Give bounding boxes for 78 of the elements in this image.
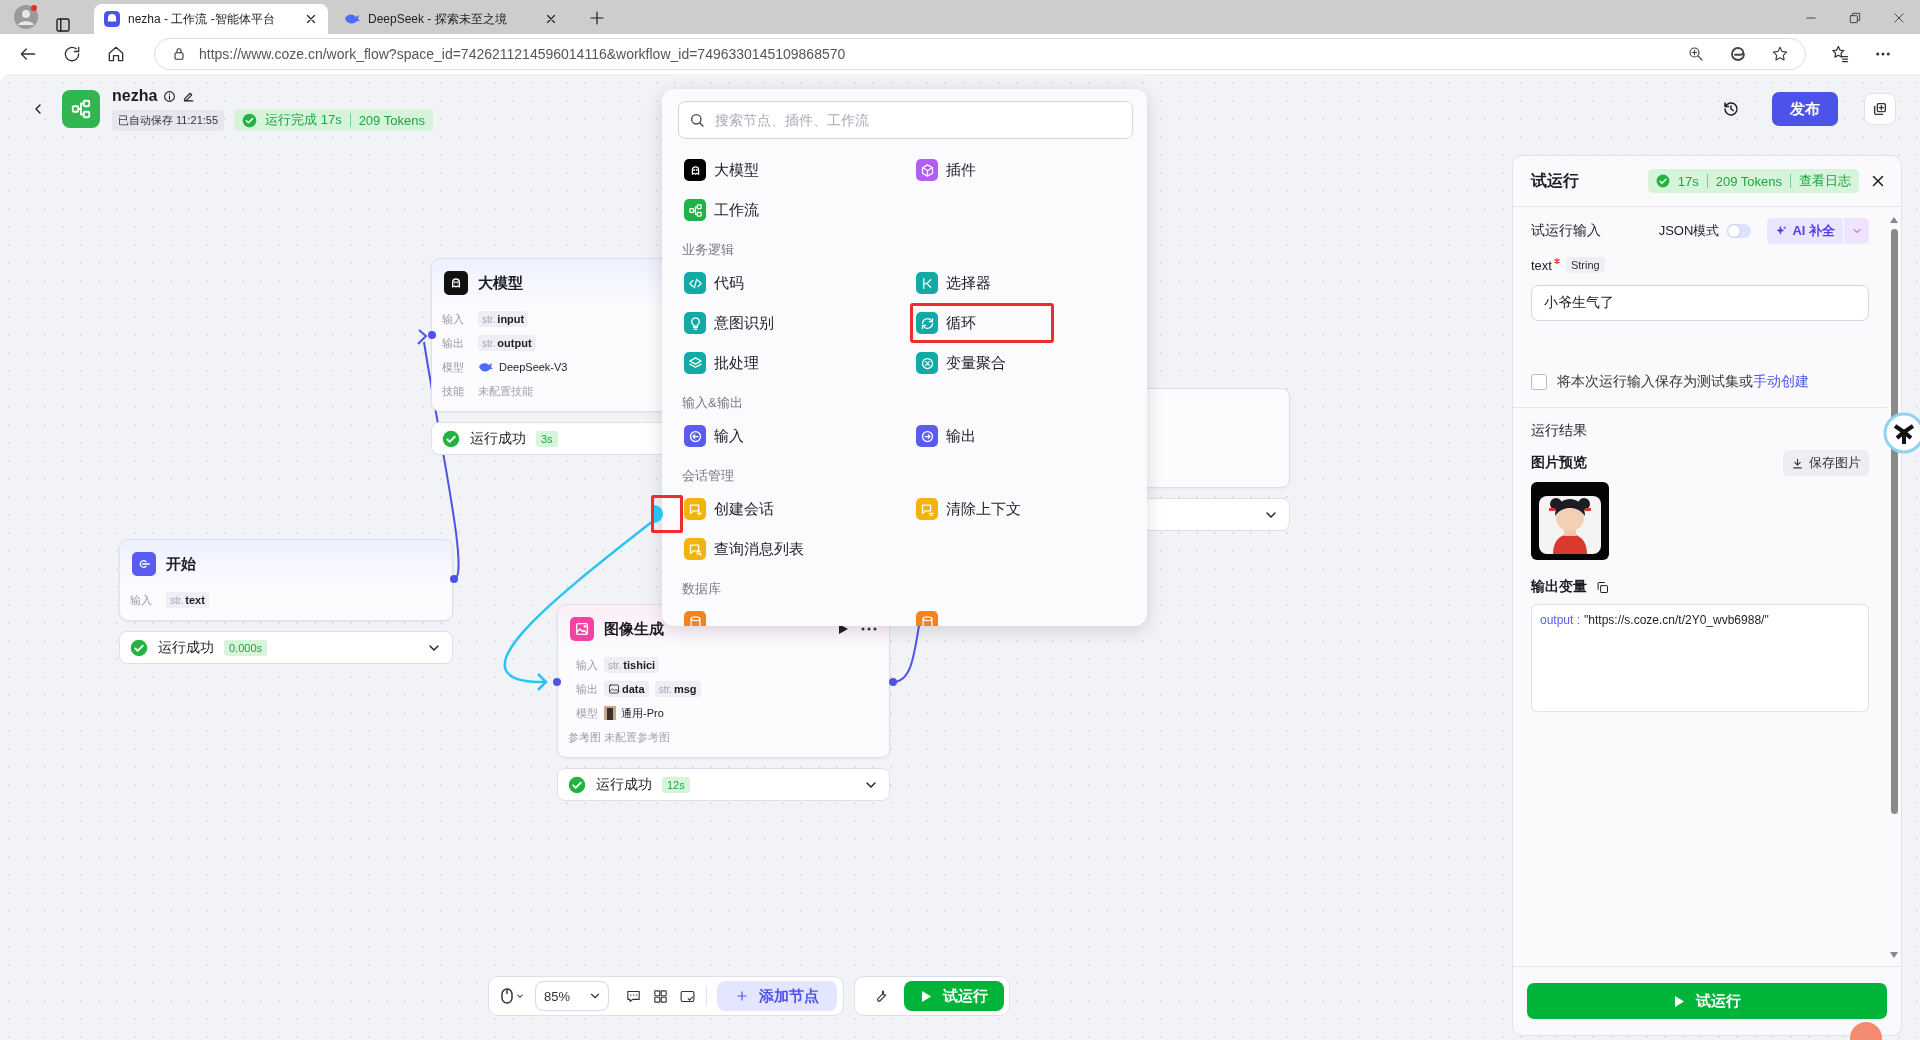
ai-fill-button[interactable]: AI 补全 [1767, 218, 1843, 244]
field-label: 模型 [442, 359, 465, 375]
node-title: 开始 [166, 554, 196, 574]
node-title: 图像生成 [604, 619, 664, 639]
search-field[interactable]: 搜索节点、插件、工作流 [678, 101, 1133, 139]
model-name: DeepSeek-V3 [499, 361, 568, 373]
model-name: 通用-Pro [621, 705, 664, 721]
run-status-bar[interactable]: 运行成功 12s [557, 768, 890, 801]
empty-value: 未配置技能 [478, 383, 533, 399]
section-title: 运行结果 [1531, 422, 1588, 440]
input-field[interactable]: 小爷生气了 [1531, 285, 1869, 321]
status-text: 运行成功 [596, 775, 652, 794]
node-card[interactable]: 开始 输入 str. text [119, 539, 453, 621]
node-type-item[interactable]: 查询消息列表 [678, 529, 810, 569]
type-prefix: str. [658, 683, 672, 695]
workflow-name: nezha [112, 87, 158, 105]
add-node-button[interactable]: 添加节点 [717, 981, 837, 1011]
save-image-button[interactable]: 保存图片 [1783, 450, 1869, 476]
node-type-item[interactable]: 循环 [910, 303, 1054, 343]
output-value: "https://s.coze.cn/t/2Y0_wvb6988/" [1584, 613, 1769, 627]
type-tag: String [1565, 257, 1605, 273]
publish-button[interactable]: 发布 [1772, 92, 1838, 126]
section-title: 输入&输出 [681, 394, 744, 412]
type-prefix: str. [170, 594, 184, 606]
type-prefix: str. [608, 659, 622, 671]
field-label: 输入 [575, 657, 598, 673]
status-text: 运行成功 [158, 638, 214, 657]
section-title: 输出变量 [1531, 578, 1587, 596]
node-type-item[interactable]: 输出 [910, 416, 1010, 456]
zoom-select[interactable]: 85% [535, 981, 609, 1011]
variable-name: data [622, 683, 645, 695]
variable-name: text [185, 594, 205, 606]
field-label: 输出 [575, 681, 598, 697]
duration-badge: 12s [662, 776, 690, 793]
field-label: 输出 [442, 335, 465, 351]
node-type-item[interactable]: 插件 [910, 150, 1010, 190]
type-prefix: str. [482, 337, 496, 349]
duration-badge: 0.000s [224, 639, 268, 656]
manual-create-link[interactable]: 手动创建 [1753, 373, 1809, 389]
search-input[interactable]: 搜索节点、插件、工作流 [713, 111, 1122, 129]
empty-value: 未配置参考图 [604, 729, 670, 745]
run-status-bar[interactable]: 运行成功 0.000s [119, 631, 453, 664]
field-name: text [1531, 257, 1552, 273]
duration-badge: 3s [536, 430, 558, 447]
field-label: 参考图 [568, 729, 598, 745]
node-type-item[interactable]: 选择器 [910, 263, 1010, 303]
node-title: 大模型 [478, 273, 523, 293]
field-label: 输入 [130, 592, 153, 608]
section-title: 试运行输入 [1531, 222, 1602, 240]
variable-name: tishici [623, 659, 656, 671]
field-label: 技能 [442, 383, 465, 399]
output-key: output : [1540, 613, 1581, 627]
preview-title: 图片预览 [1531, 454, 1587, 472]
node-type-item[interactable]: 变量聚合 [910, 343, 1012, 383]
variable-name: output [497, 337, 532, 349]
run-status-pill: 运行完成 17s 209 Tokens [234, 109, 433, 131]
node-type-item[interactable]: 大模型 [678, 150, 778, 190]
section-title: 业务逻辑 [681, 241, 735, 259]
panel-title: 试运行 [1531, 170, 1580, 191]
browser-tab[interactable]: DeepSeek - 探索未至之境 [334, 4, 568, 34]
save-testset-label: 将本次运行输入保存为测试集或手动创建 [1557, 373, 1809, 391]
type-prefix: str. [482, 313, 496, 325]
field-label: 模型 [575, 705, 598, 721]
url-text: https://www.coze.cn/work_flow?space_id=7426211214596014116&workflow_id=7496330145109868570 [199, 46, 847, 62]
variable-name: input [497, 313, 525, 325]
node-type-item[interactable]: 创建会话 [678, 489, 780, 529]
variable-name: msg [673, 683, 697, 695]
status-text: 运行成功 [470, 429, 526, 448]
section-title: 数据库 [681, 580, 722, 598]
node-card[interactable]: 图像生成 输入 str. tishici 输出 data str. msg 模型 通用-Pro 参考图 未配置参考图 [557, 604, 890, 758]
browser-tab[interactable]: nezha - 工作流 -智能体平台 [94, 4, 328, 34]
section-title: 会话管理 [681, 467, 735, 485]
autosave-badge: 已自动保存 11:21:55 [112, 109, 225, 131]
field-label: 输入 [442, 311, 465, 327]
node-type-item[interactable]: 清除上下文 [910, 489, 1027, 529]
json-mode-label: JSON模式 [1658, 222, 1720, 240]
node-type-item[interactable]: 工作流 [678, 190, 778, 230]
run-status-pill: 17s 209 Tokens 查看日志 [1647, 169, 1859, 193]
